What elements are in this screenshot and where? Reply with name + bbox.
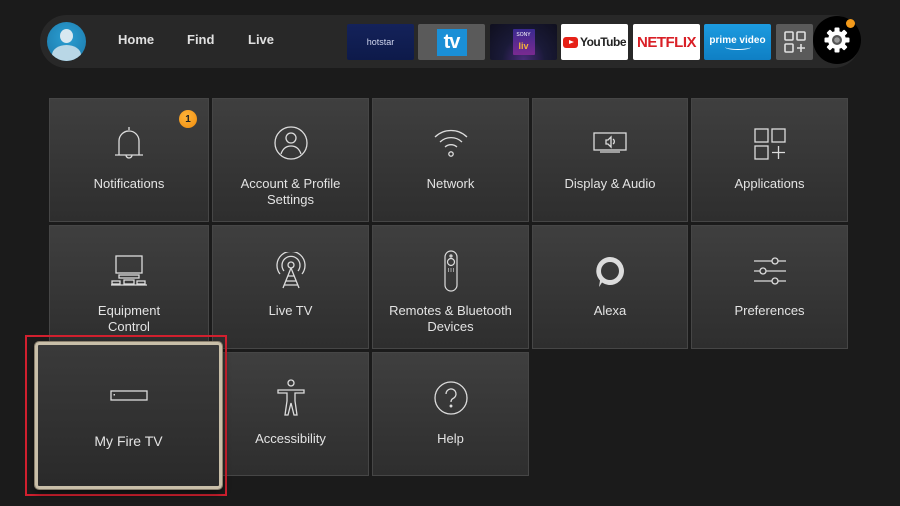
alexa-icon [596,257,624,287]
tile-label: Network [426,176,475,191]
liv-text: liv [518,41,529,51]
avatar-body-shape [52,45,81,61]
fire-tv-device-icon [109,390,148,401]
help-icon [433,381,468,415]
tile-label: Equipment Control [97,303,161,334]
tile-label: Preferences [734,303,805,318]
tv-logo: tv [436,28,467,56]
tile-label: Alexa [593,303,627,318]
tile-alexa[interactable]: Alexa [532,225,688,349]
tile-preferences[interactable]: Preferences [691,225,848,349]
tile-label: Accessibility [255,431,326,446]
remote-icon [443,250,458,292]
equipment-icon [111,255,147,286]
hotstar-logo-text: hotstar [366,37,395,47]
tile-label: My Fire TV [94,433,163,449]
tile-equipment-control[interactable]: Equipment Control [49,225,209,349]
tile-network[interactable]: Network [372,98,529,222]
tile-accessibility[interactable]: Accessibility [212,352,369,476]
tile-label: Help [437,431,464,446]
profile-icon [273,126,308,160]
sliders-icon [753,257,786,285]
settings-notification-dot [846,19,855,28]
applications-icon [753,128,786,160]
youtube-logo-text: YouTube [579,35,627,49]
youtube-play-icon [562,36,578,48]
tile-applications[interactable]: Applications [691,98,848,222]
app-sonyliv[interactable]: SONY liv [490,24,557,60]
sony-text: SONY [516,32,531,38]
tile-label: Notifications [93,176,165,191]
tile-account-profile-settings[interactable]: Account & Profile Settings [212,98,369,222]
top-nav-bar: Home Find Live hotstar tv SONY liv YouTu… [40,15,861,68]
antenna-icon [275,252,306,289]
netflix-logo-text: NETFLIX [637,33,697,51]
tile-live-tv[interactable]: Live TV [212,225,369,349]
sonyliv-logo: SONY liv [512,29,535,55]
tile-my-fire-tv[interactable]: My Fire TV [35,342,222,489]
tile-notifications[interactable]: 1 Notifications [49,98,209,222]
tile-remotes-bluetooth[interactable]: Remotes & Bluetooth Devices [372,225,529,349]
accessibility-icon [276,379,305,416]
nav-home[interactable]: Home [118,32,154,47]
nav-find[interactable]: Find [187,32,214,47]
app-hotstar[interactable]: hotstar [347,24,414,60]
tile-help[interactable]: Help [372,352,529,476]
app-prime-video[interactable]: prime video [704,24,771,60]
tile-label: Account & Profile Settings [240,176,341,207]
app-tv[interactable]: tv [418,24,485,60]
all-apps-button[interactable] [776,24,813,60]
bell-icon [115,127,143,159]
app-youtube[interactable]: YouTube [561,24,628,60]
nav-live[interactable]: Live [248,32,274,47]
tile-label: Applications [734,176,805,191]
apps-grid-plus-icon [783,31,806,53]
tile-display-audio[interactable]: Display & Audio [532,98,688,222]
profile-avatar[interactable] [47,22,86,61]
gear-icon [824,27,850,53]
tile-label: Live TV [268,303,313,318]
prime-smile-icon [724,44,751,50]
notification-badge: 1 [179,110,197,128]
tile-label: Remotes & Bluetooth Devices [389,303,512,334]
display-audio-icon [593,132,627,153]
avatar-head-shape [60,29,73,43]
tile-label: Display & Audio [564,176,656,191]
wifi-icon [434,129,467,157]
app-netflix[interactable]: NETFLIX [633,24,700,60]
